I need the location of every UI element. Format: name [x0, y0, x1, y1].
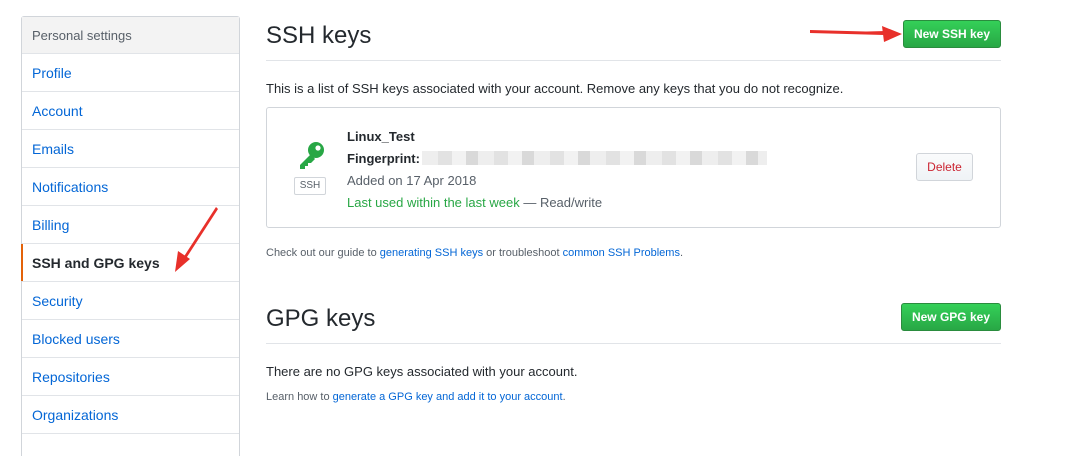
ssh-section-header: SSH keys New SSH key [266, 16, 1001, 61]
generate-gpg-key-link[interactable]: generate a GPG key and add it to your ac… [333, 391, 563, 403]
new-gpg-key-button[interactable]: New GPG key [900, 303, 1001, 331]
new-ssh-key-button[interactable]: New SSH key [902, 20, 1001, 48]
sidebar-item-notifications[interactable]: Notifications [22, 168, 239, 206]
sidebar-item-blocked-users[interactable]: Blocked users [22, 320, 239, 358]
key-fingerprint: Fingerprint: [347, 148, 767, 170]
guide-middle: or troubleshoot [483, 247, 563, 259]
ssh-guide-text: Check out our guide to generating SSH ke… [266, 247, 1001, 259]
delete-key-button[interactable]: Delete [916, 153, 973, 181]
guide-suffix: . [679, 247, 684, 259]
key-icon [293, 140, 329, 170]
sidebar-item-repositories[interactable]: Repositories [22, 358, 239, 396]
ssh-key-item: SSH Linux_Test Fingerprint: Added on 17 … [266, 107, 1001, 228]
fingerprint-redacted [421, 151, 767, 165]
gpg-section-header: GPG keys New GPG key [266, 299, 1001, 344]
sidebar-item-security[interactable]: Security [22, 282, 239, 320]
sidebar-item-account[interactable]: Account [22, 92, 239, 130]
key-last-used: Last used within the last week [347, 195, 520, 210]
key-icon-svg [300, 142, 324, 169]
gpg-learn-text: Learn how to generate a GPG key and add … [266, 391, 1001, 403]
gpg-empty-text: There are no GPG keys associated with yo… [266, 364, 578, 379]
key-details: Linux_Test Fingerprint: Added on 17 Apr … [347, 126, 767, 214]
learn-suffix: . [562, 391, 566, 403]
settings-sidebar: Personal settings Profile Account Emails… [21, 16, 240, 456]
generating-ssh-keys-link[interactable]: generating SSH keys [380, 247, 483, 259]
guide-prefix: Check out our guide to [266, 247, 380, 259]
sidebar-item-profile[interactable]: Profile [22, 54, 239, 92]
key-added-date: Added on 17 Apr 2018 [347, 173, 477, 188]
gpg-section: GPG keys New GPG key There are no GPG ke… [266, 299, 1001, 403]
key-access: — Read/write [519, 195, 603, 210]
ssh-badge: SSH [294, 177, 326, 195]
common-ssh-problems-link[interactable]: common SSH Problems [563, 247, 680, 259]
sidebar-item-ssh-gpg-keys[interactable]: SSH and GPG keys [21, 244, 239, 282]
ssh-title: SSH keys [266, 22, 372, 49]
ssh-intro-text: This is a list of SSH keys associated wi… [266, 81, 844, 96]
sidebar-item-emails[interactable]: Emails [22, 130, 239, 168]
sidebar-item-organizations[interactable]: Organizations [22, 396, 239, 434]
sidebar-header: Personal settings [22, 17, 239, 54]
fingerprint-label: Fingerprint: [347, 151, 420, 166]
learn-prefix: Learn how to [266, 391, 333, 403]
main-content: SSH keys New SSH key This is a list of S… [266, 16, 1001, 403]
key-name: Linux_Test [347, 129, 415, 144]
gpg-title: GPG keys [266, 305, 376, 332]
sidebar-item-billing[interactable]: Billing [22, 206, 239, 244]
key-usage: Last used within the last week — Read/wr… [347, 192, 767, 214]
